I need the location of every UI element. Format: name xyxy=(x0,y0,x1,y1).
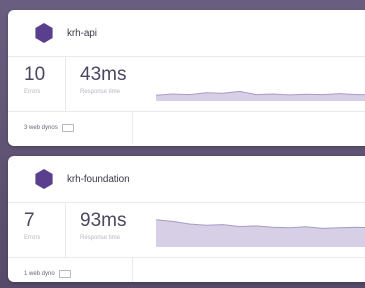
errors-label: Errors xyxy=(24,235,41,241)
footer-divider xyxy=(132,258,133,282)
errors-metric: 10 Errors xyxy=(8,57,66,111)
errors-count: 10 xyxy=(24,64,46,85)
response-time-metric: 93ms Response time xyxy=(66,203,156,257)
dyno-icon xyxy=(61,124,74,132)
response-time-sparkline xyxy=(156,203,365,257)
response-time-metric: 43ms Response time xyxy=(66,57,156,111)
response-time-label: Response time xyxy=(80,89,121,95)
app-card-header[interactable]: krh-api xyxy=(8,10,365,57)
app-card-krh-foundation[interactable]: krh-foundation 7 Errors 93ms Response ti… xyxy=(8,156,365,282)
errors-label: Errors xyxy=(24,89,41,95)
app-card-header[interactable]: krh-foundation xyxy=(8,156,365,203)
errors-metric: 7 Errors xyxy=(8,203,66,257)
sparkline-chart xyxy=(156,219,365,247)
app-hexagon-icon xyxy=(35,23,53,43)
sparkline-area xyxy=(156,91,365,101)
metrics-row: 10 Errors 43ms Response time xyxy=(8,57,365,112)
dyno-count: 3 web dynos xyxy=(24,125,58,131)
app-name[interactable]: krh-api xyxy=(67,28,97,39)
dyno-icon xyxy=(58,270,71,278)
metrics-row: 7 Errors 93ms Response time xyxy=(8,203,365,258)
errors-count: 7 xyxy=(24,210,35,231)
app-hexagon-icon xyxy=(35,169,53,189)
response-time-value: 43ms xyxy=(80,64,127,85)
sparkline-chart xyxy=(156,90,365,101)
response-time-label: Response time xyxy=(80,235,121,241)
response-time-value: 93ms xyxy=(80,210,127,231)
response-time-sparkline xyxy=(156,57,365,111)
dyno-count: 1 web dyno xyxy=(24,271,55,277)
app-name[interactable]: krh-foundation xyxy=(67,174,130,185)
dyno-footer: 3 web dynos xyxy=(8,112,365,144)
dyno-footer: 1 web dyno xyxy=(8,258,365,282)
dashboard-background: krh-api 10 Errors 43ms Response time 3 w… xyxy=(0,0,365,288)
app-card-krh-api[interactable]: krh-api 10 Errors 43ms Response time 3 w… xyxy=(8,10,365,146)
footer-divider xyxy=(132,112,133,144)
